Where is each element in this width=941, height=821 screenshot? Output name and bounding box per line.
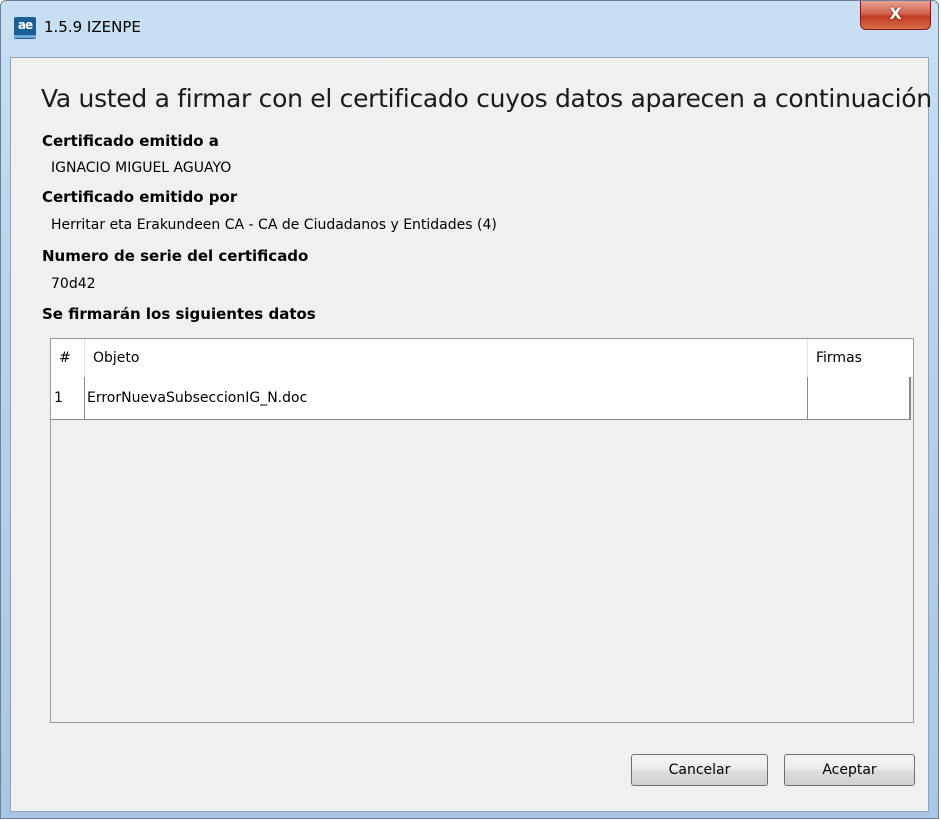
dialog-window: ae 1.5.9 IZENPE X Va usted a firmar con … [0,0,939,819]
accept-button[interactable]: Aceptar [784,754,915,786]
column-header-number[interactable]: # [51,339,84,377]
cell-signatures [807,377,909,419]
column-header-signatures[interactable]: Firmas [807,339,911,377]
app-logo-stripe [14,35,36,38]
title-bar[interactable]: ae 1.5.9 IZENPE X [1,1,938,57]
dialog-content: Va usted a firmar con el certificado cuy… [10,57,932,812]
issued-to-value: IGNACIO MIGUEL AGUAYO [51,160,232,176]
issued-by-value: Herritar eta Erakundeen CA - CA de Ciuda… [51,217,497,233]
table-header: # Objeto Firmas [51,339,913,378]
cell-number: 1 [54,390,63,406]
cell-object: ErrorNuevaSubseccionIG_N.doc [84,377,807,419]
data-to-sign-label: Se firmarán los siguientes datos [42,305,316,323]
page-title: Va usted a firmar con el certificado cuy… [41,84,932,113]
issued-to-label: Certificado emitido a [42,132,219,150]
documents-table[interactable]: # Objeto Firmas 1 ErrorNuevaSubseccionIG… [50,338,914,723]
app-logo-icon: ae [14,17,36,39]
serial-value: 70d42 [51,276,96,292]
table-row[interactable]: 1 ErrorNuevaSubseccionIG_N.doc [51,377,911,420]
window-title: 1.5.9 IZENPE [44,18,141,36]
serial-label: Numero de serie del certificado [42,247,309,265]
close-icon: X [889,4,902,23]
column-header-object[interactable]: Objeto [84,339,807,377]
app-logo-text: ae [17,18,33,32]
cancel-button[interactable]: Cancelar [631,754,768,786]
close-button[interactable]: X [860,1,931,30]
issued-by-label: Certificado emitido por [42,188,238,206]
